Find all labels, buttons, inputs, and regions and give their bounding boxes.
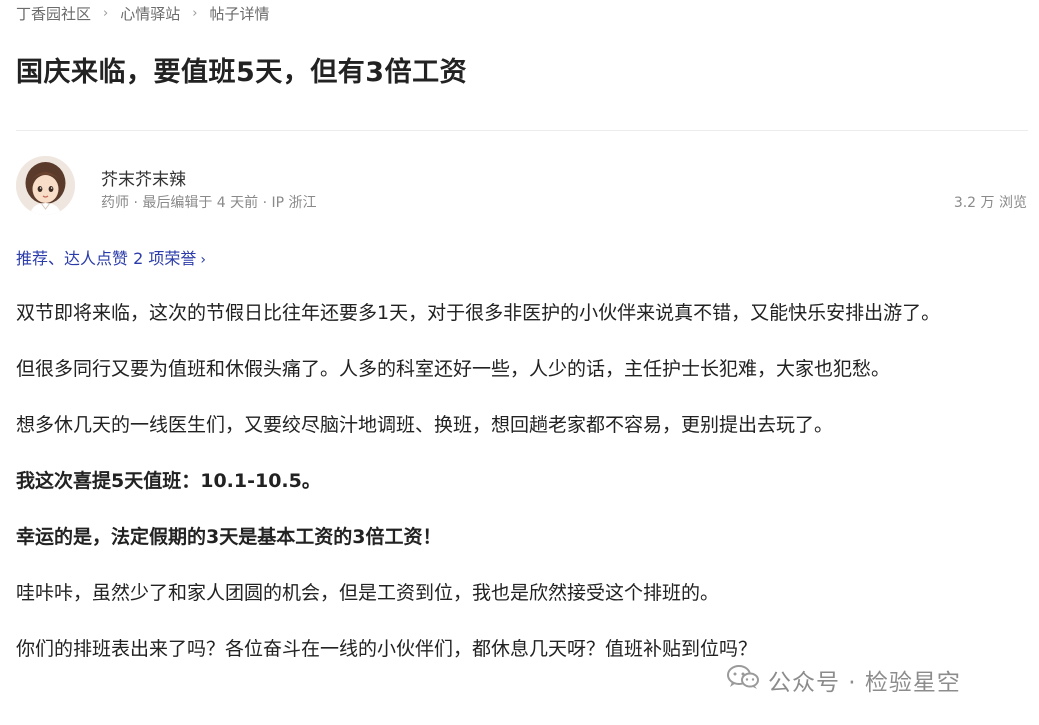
breadcrumb-separator-icon: › (103, 6, 109, 21)
author-avatar[interactable] (16, 156, 75, 215)
title-divider (16, 130, 1028, 131)
wechat-icon (726, 663, 760, 697)
view-count: 3.2 万 浏览 (953, 195, 1027, 211)
post-detail-page: 丁香园社区 › 心情驿站 › 帖子详情 国庆来临，要值班5天，但有3倍工资 芥末… (0, 0, 1039, 725)
honors-link[interactable]: 推荐、达人点赞 2 项荣誉 › (16, 245, 206, 269)
breadcrumb-mood-station[interactable]: 心情驿站 (120, 3, 180, 24)
chevron-right-icon: › (200, 252, 206, 268)
paragraph-bold: 我这次喜提5天值班：10.1-10.5。 (16, 470, 321, 492)
paragraph: 双节即将来临，这次的节假日比往年还要多1天，对于很多非医护的小伙伴来说真不错，又… (16, 302, 941, 324)
watermark: 公众号 · 检验星空 (726, 663, 961, 697)
paragraph: 哇咔咔，虽然少了和家人团圆的机会，但是工资到位，我也是欣然接受这个排班的。 (16, 582, 720, 604)
paragraph: 你们的排班表出来了吗？各位奋斗在一线的小伙伴们，都休息几天呀？值班补贴到位吗？ (16, 638, 758, 660)
breadcrumb-post-detail: 帖子详情 (209, 5, 270, 23)
watermark-text: 公众号 · 检验星空 (768, 670, 961, 696)
avatar-girl-illustration-icon (16, 156, 75, 215)
post-title: 国庆来临，要值班5天，但有3倍工资 (16, 57, 468, 88)
post-content: 双节即将来临，这次的节假日比往年还要多1天，对于很多非医护的小伙伴来说真不错，又… (16, 296, 1016, 688)
breadcrumb-separator-icon: › (192, 6, 198, 21)
author-name[interactable]: 芥末芥末辣 (101, 165, 186, 190)
paragraph: 想多休几天的一线医生们，又要绞尽脑汁地调班、换班，想回趟老家都不容易，更别提出去… (16, 414, 834, 436)
paragraph-bold: 幸运的是，法定假期的3天是基本工资的3倍工资！ (16, 526, 442, 548)
breadcrumb-community[interactable]: 丁香园社区 (16, 3, 91, 24)
breadcrumb: 丁香园社区 › 心情驿站 › 帖子详情 (16, 3, 269, 24)
author-meta: 药师 · 最后编辑于 4 天前 · IP 浙江 (101, 195, 317, 211)
honors-label: 推荐、达人点赞 2 项荣誉 (16, 249, 197, 268)
paragraph: 但很多同行又要为值班和休假头痛了。人多的科室还好一些，人少的话，主任护士长犯难，… (16, 358, 891, 380)
